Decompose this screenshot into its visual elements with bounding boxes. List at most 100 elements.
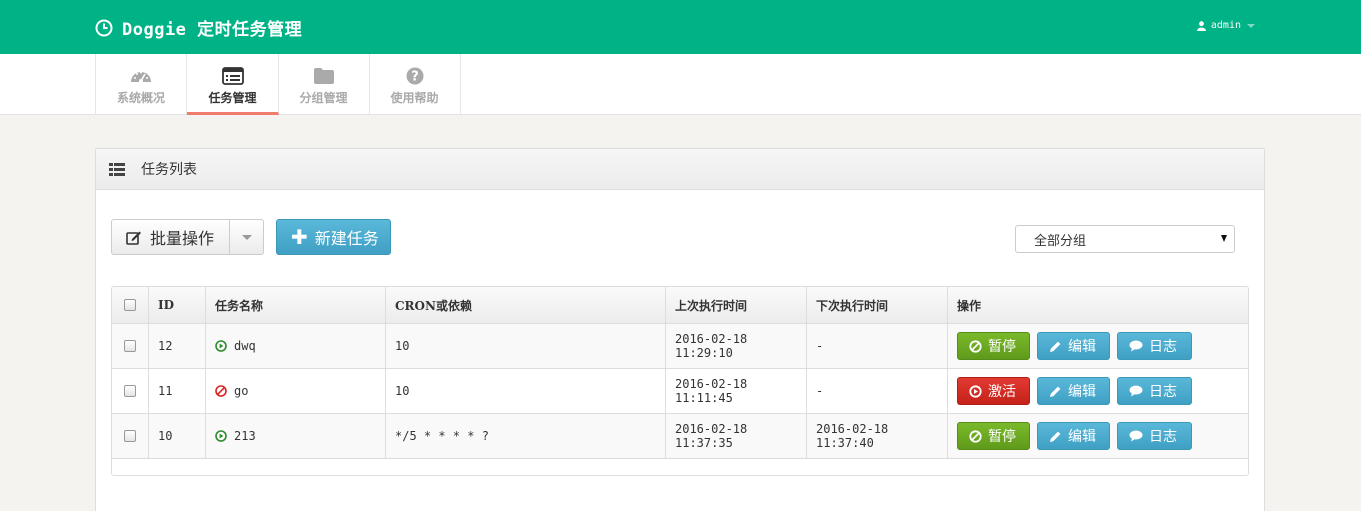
task-last-run: 2016-02-18 11:11:45	[666, 369, 807, 413]
svg-text:?: ?	[411, 70, 419, 85]
task-name: 213	[234, 429, 256, 443]
pause-label: 暂停	[988, 429, 1016, 445]
play-circle-icon	[969, 384, 982, 398]
user-menu[interactable]: admin	[1196, 20, 1255, 31]
nav-label: 使用帮助	[390, 91, 439, 105]
task-cron: 10	[386, 369, 666, 413]
task-name-cell: go	[206, 369, 386, 413]
group-select[interactable]: 全部分组	[1015, 225, 1235, 253]
user-icon	[1196, 20, 1206, 31]
top-bar: Doggie 定时任务管理 admin	[0, 0, 1361, 54]
group-select-value: 全部分组	[1034, 233, 1087, 249]
edit-icon	[126, 231, 141, 245]
edit-button[interactable]: 编辑	[1037, 332, 1110, 360]
pause-button[interactable]: 暂停	[957, 422, 1030, 450]
row-checkbox[interactable]	[124, 340, 136, 352]
task-panel: 任务列表 批量操作 ✚ 新建任务 全部分组 ID 任务名称 CRON或依赖 上次…	[95, 148, 1265, 511]
edit-label: 编辑	[1068, 384, 1096, 400]
select-all-checkbox[interactable]	[124, 299, 136, 311]
task-name: go	[234, 384, 249, 398]
comment-icon	[1129, 385, 1143, 397]
ban-icon	[215, 385, 227, 397]
task-id: 10	[149, 414, 206, 458]
nav-item-groups[interactable]: 分组管理	[278, 54, 370, 115]
pause-button[interactable]: 暂停	[957, 332, 1030, 360]
edit-label: 编辑	[1068, 339, 1096, 355]
task-next-run: 2016-02-18 11:37:40	[807, 414, 948, 458]
new-task-button[interactable]: ✚ 新建任务	[276, 219, 391, 255]
header-last-run: 上次执行时间	[666, 287, 807, 323]
nav-label: 任务管理	[208, 91, 257, 105]
folder-icon	[313, 68, 334, 84]
batch-label: 批量操作	[150, 229, 215, 248]
task-name: dwq	[234, 339, 256, 353]
task-ops: 暂停 编辑 日志	[948, 414, 1248, 458]
comment-icon	[1129, 340, 1143, 352]
row-checkbox[interactable]	[124, 385, 136, 397]
row-checkbox[interactable]	[124, 430, 136, 442]
log-label: 日志	[1149, 429, 1177, 445]
batch-dropdown-toggle[interactable]	[230, 234, 263, 240]
nav-item-tasks[interactable]: 任务管理	[187, 54, 279, 115]
task-ops: 激活 编辑 日志	[948, 369, 1248, 413]
task-name-cell: dwq	[206, 324, 386, 368]
task-next-run: -	[807, 369, 948, 413]
task-last-run: 2016-02-18 11:37:35	[666, 414, 807, 458]
pencil-icon	[1050, 431, 1061, 442]
header-ops: 操作	[957, 298, 982, 313]
select-cell	[112, 324, 149, 368]
task-table: ID 任务名称 CRON或依赖 上次执行时间 下次执行时间 操作 12 dwq …	[111, 286, 1249, 476]
chevron-down-icon	[241, 234, 252, 240]
dashboard-icon	[131, 71, 151, 83]
header-id: ID	[149, 287, 206, 323]
chevron-down-icon	[1221, 235, 1227, 242]
nav-item-overview[interactable]: 系统概况	[95, 54, 187, 115]
edit-button[interactable]: 编辑	[1037, 422, 1110, 450]
play-circle-icon	[215, 340, 227, 352]
activate-button[interactable]: 激活	[957, 377, 1030, 405]
main-nav: 系统概况 任务管理 分组管理 ? 使用帮助	[0, 54, 1361, 115]
task-last-run: 2016-02-18 11:29:10	[666, 324, 807, 368]
pause-label: 暂停	[988, 339, 1016, 355]
header-next-run: 下次执行时间	[807, 287, 948, 323]
panel-title: 任务列表	[141, 162, 197, 178]
log-button[interactable]: 日志	[1117, 332, 1192, 360]
log-button[interactable]: 日志	[1117, 377, 1192, 405]
edit-button[interactable]: 编辑	[1037, 377, 1110, 405]
task-ops: 暂停 编辑 日志	[948, 324, 1248, 368]
chevron-down-icon	[1247, 23, 1255, 28]
ban-icon	[969, 429, 982, 443]
app-title: Doggie 定时任务管理	[122, 20, 303, 40]
table-header: ID 任务名称 CRON或依赖 上次执行时间 下次执行时间 操作	[112, 287, 1248, 324]
task-cron: */5 * * * * ?	[386, 414, 666, 458]
select-cell	[112, 414, 149, 458]
batch-operation-button[interactable]: 批量操作	[111, 219, 264, 255]
help-icon: ?	[406, 67, 423, 85]
clock-icon	[95, 19, 113, 36]
username: admin	[1210, 20, 1241, 31]
table-row: 12 dwq 10 2016-02-18 11:29:10 - 暂停 编辑 日志	[112, 324, 1248, 369]
list-icon	[109, 162, 125, 176]
activate-label: 激活	[988, 384, 1016, 400]
task-id: 12	[149, 324, 206, 368]
pencil-icon	[1050, 386, 1061, 397]
new-task-label: 新建任务	[314, 229, 379, 248]
brand[interactable]: Doggie 定时任务管理	[95, 15, 302, 40]
edit-label: 编辑	[1068, 429, 1096, 445]
batch-operation-main[interactable]: 批量操作	[112, 220, 230, 254]
nav-item-help[interactable]: ? 使用帮助	[369, 54, 461, 115]
comment-icon	[1129, 430, 1143, 442]
task-name-cell: 213	[206, 414, 386, 458]
table-row: 11 go 10 2016-02-18 11:11:45 - 激活 编辑 日志	[112, 369, 1248, 414]
panel-header: 任务列表	[96, 149, 1264, 190]
nav-label: 分组管理	[299, 91, 348, 105]
pencil-icon	[1050, 341, 1061, 352]
task-next-run: -	[807, 324, 948, 368]
ban-icon	[969, 339, 982, 353]
list-icon	[221, 67, 244, 85]
log-button[interactable]: 日志	[1117, 422, 1192, 450]
nav-label: 系统概况	[116, 91, 165, 105]
play-circle-icon	[215, 430, 227, 442]
task-cron: 10	[386, 324, 666, 368]
header-name: 任务名称	[206, 287, 386, 323]
